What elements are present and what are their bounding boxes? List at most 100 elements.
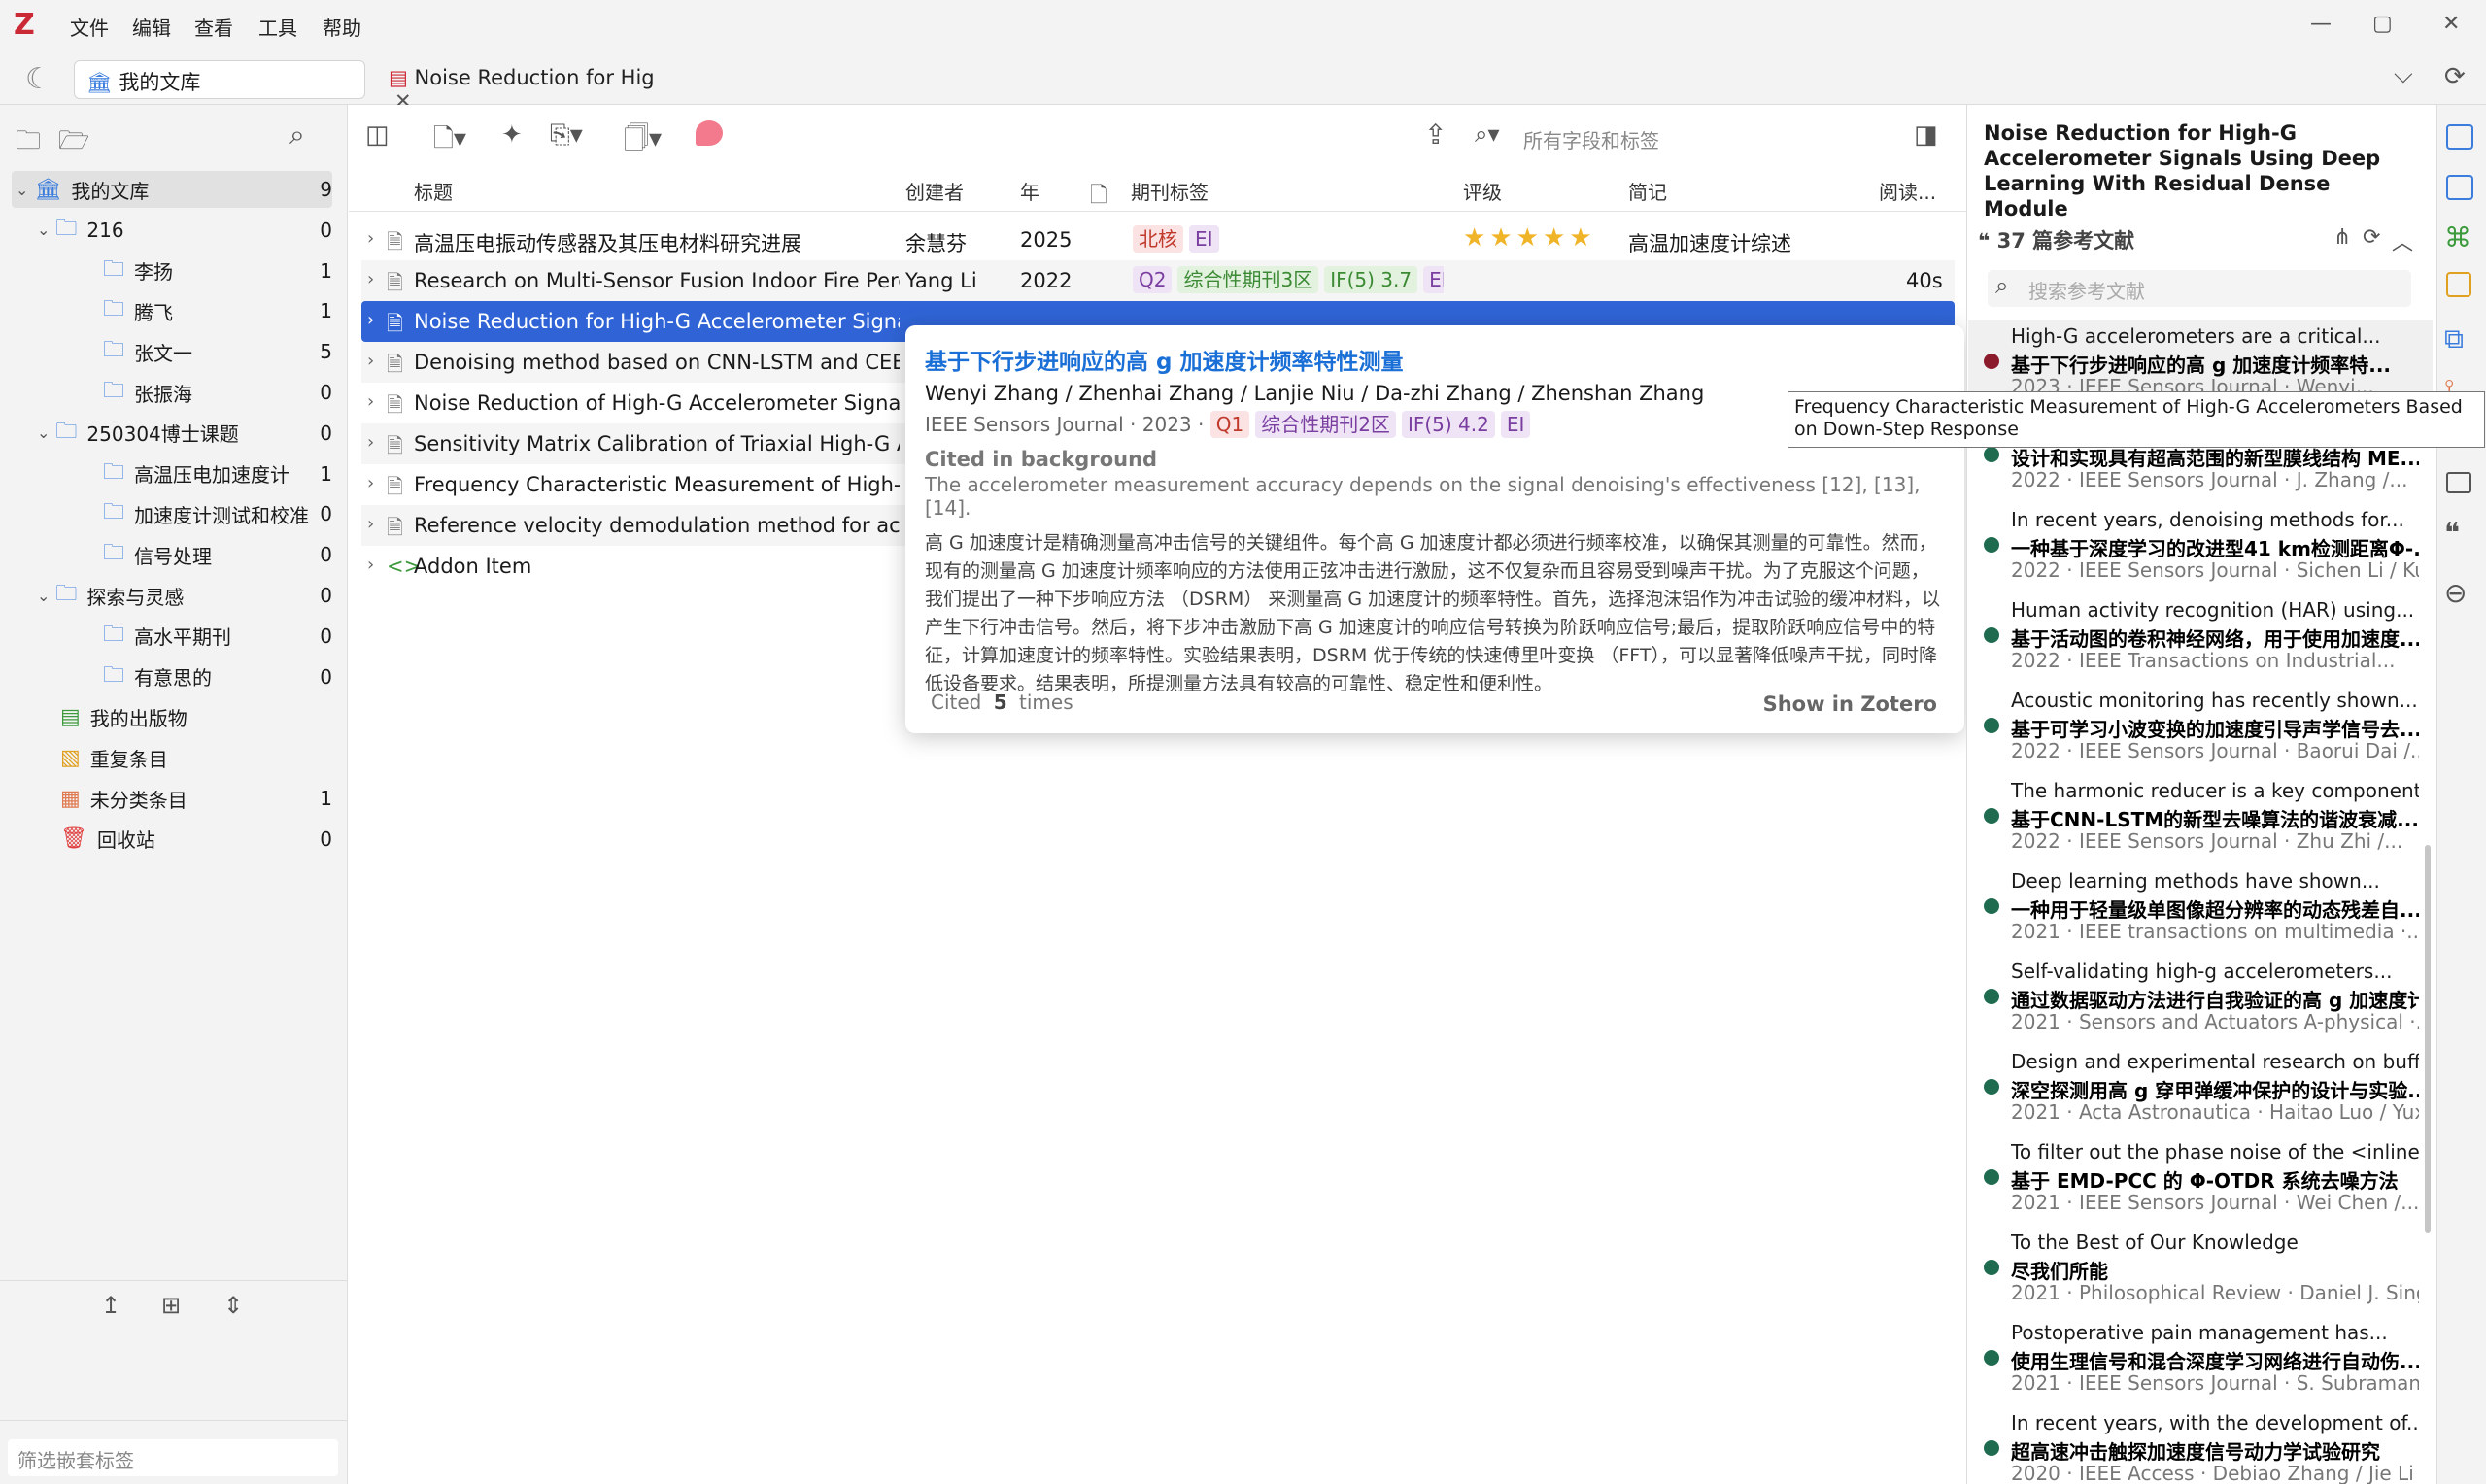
new-subcollection-icon[interactable]: 🗁 xyxy=(58,122,89,165)
share-icon[interactable]: ⋔ xyxy=(2333,225,2351,250)
item-rating[interactable]: ★ ★ ★ ★ ★ xyxy=(1463,223,1596,253)
star-icon[interactable]: ★ xyxy=(1516,223,1539,253)
toggle-pane-icon[interactable]: ◫ xyxy=(365,120,390,150)
attachments-icon[interactable]: ⌘ xyxy=(2444,221,2471,253)
col-read[interactable]: 阅读... xyxy=(1879,177,1936,205)
reference-item[interactable]: Postoperative pain management has... 使用生… xyxy=(1982,1321,2424,1404)
expand-chevron-icon[interactable]: › xyxy=(367,473,374,493)
expand-chevron-icon[interactable]: › xyxy=(367,432,374,453)
collection-item[interactable]: 🗀 加速度计测试和校准 0 xyxy=(12,495,332,532)
reference-item[interactable]: Human activity recognition (HAR) using..… xyxy=(1982,598,2424,682)
table-row[interactable]: › 🗎 Research on Multi-Sensor Fusion Indo… xyxy=(361,260,1955,301)
collection-item[interactable]: 🗑 回收站 0 xyxy=(12,821,332,858)
show-in-zotero-button[interactable]: Show in Zotero xyxy=(1763,692,1937,716)
expand-chevron-icon[interactable]: › xyxy=(367,228,374,249)
info-icon[interactable] xyxy=(2446,124,2473,150)
expand-chevron-icon[interactable]: › xyxy=(367,555,374,575)
magic-wand-icon[interactable]: ✦ xyxy=(501,120,523,150)
star-icon[interactable]: ★ xyxy=(1543,223,1565,253)
reference-item[interactable]: Design and experimental research on buff… xyxy=(1982,1050,2424,1133)
collection-item[interactable]: 🗀 信号处理 0 xyxy=(12,536,332,573)
star-icon[interactable]: ★ xyxy=(1489,223,1512,253)
menu-view[interactable]: 查看 xyxy=(194,13,233,41)
col-title[interactable]: 标题 xyxy=(414,177,453,205)
sync-icon[interactable]: ⟳ xyxy=(2444,62,2466,91)
toggle-item-pane-icon[interactable]: ◨ xyxy=(1914,120,1938,150)
collection-item[interactable]: ⌄ 🗀 探索与灵感 0 xyxy=(12,577,332,614)
collection-item[interactable]: 🗀 张振海 0 xyxy=(12,374,332,411)
collection-item[interactable]: ▦ 未分类条目 1 xyxy=(12,780,332,817)
tag-tree-icon[interactable]: ⊞ xyxy=(161,1292,181,1319)
star-icon[interactable]: ★ xyxy=(1569,223,1591,253)
new-collection-icon[interactable]: 🗀 xyxy=(16,122,41,165)
collection-item[interactable]: ⌄ 🏛 我的文库 9 xyxy=(12,171,332,208)
maximize-button[interactable]: ▢ xyxy=(2372,12,2393,36)
close-window-button[interactable]: ✕ xyxy=(2442,12,2460,36)
collection-item[interactable]: 🗀 高水平期刊 0 xyxy=(12,618,332,655)
expand-collapse-icon[interactable]: ⇕ xyxy=(223,1292,243,1319)
citations-icon[interactable]: ❝ xyxy=(2444,517,2460,551)
attachment-col-icon[interactable]: 🗋 xyxy=(1090,179,1107,216)
reference-item[interactable]: In recent years, with the development of… xyxy=(1982,1411,2424,1484)
reference-item[interactable]: In recent years, denoising methods for..… xyxy=(1982,508,2424,591)
reference-item[interactable]: To filter out the phase noise of the <in… xyxy=(1982,1140,2424,1224)
scrollbar[interactable] xyxy=(2425,845,2431,1233)
item-title[interactable]: Noise Reduction for High-G Accelerometer… xyxy=(1984,120,2411,221)
new-item-icon[interactable]: 🗋▾ xyxy=(433,120,466,163)
tab-document[interactable]: ▤ Noise Reduction for Hig ✕ xyxy=(377,60,668,113)
menu-tools[interactable]: 工具 xyxy=(258,13,297,41)
collection-item[interactable]: ⌄ 🗀 250304博士课题 0 xyxy=(12,415,332,452)
locate-icon[interactable]: ⇪ xyxy=(1424,118,1447,151)
reference-search-input[interactable]: 搜索参考文献 xyxy=(1988,270,2411,307)
references-header[interactable]: ❝ 37 篇参考文献 xyxy=(1978,225,2134,254)
new-note-icon[interactable]: 🗍▾ xyxy=(624,120,662,163)
col-rating[interactable]: 评级 xyxy=(1463,177,1502,205)
abstract-icon[interactable] xyxy=(2446,175,2473,200)
add-attachment-icon[interactable]: ⎘▾ xyxy=(550,120,583,151)
col-extra[interactable]: 简记 xyxy=(1628,177,1667,205)
chevron-down-icon[interactable]: ⌄ xyxy=(16,181,28,199)
expand-chevron-icon[interactable]: › xyxy=(367,351,374,371)
collection-item[interactable]: 🗀 有意思的 0 xyxy=(12,658,332,695)
collection-item[interactable]: ⌄ 🗀 216 0 xyxy=(12,212,332,249)
expand-chevron-icon[interactable]: › xyxy=(367,391,374,412)
col-year[interactable]: 年 xyxy=(1020,177,1039,205)
related-icon[interactable] xyxy=(2446,472,2471,493)
expand-chevron-icon[interactable]: › xyxy=(367,310,374,330)
collection-item[interactable]: 🗀 张文一 5 xyxy=(12,333,332,370)
collection-item[interactable]: 🗀 高温压电加速度计 1 xyxy=(12,455,332,492)
chevron-down-icon[interactable]: ⌄ xyxy=(37,587,50,605)
tabs-menu-chevron-icon[interactable]: ⌵ xyxy=(2394,60,2413,90)
tag-filter-input[interactable]: 筛选嵌套标签 xyxy=(8,1439,338,1476)
collection-item[interactable]: ▤ 我的出版物 xyxy=(12,698,332,735)
reference-item[interactable]: To the Best of Our Knowledge 尽我们所能 2021 … xyxy=(1982,1231,2424,1314)
menu-edit[interactable]: 编辑 xyxy=(132,13,171,41)
col-creator[interactable]: 创建者 xyxy=(905,177,964,205)
menu-help[interactable]: 帮助 xyxy=(323,13,361,41)
notes-icon[interactable] xyxy=(2446,272,2471,297)
dark-mode-icon[interactable]: ☾ xyxy=(25,62,51,96)
annotation-highlight-icon[interactable] xyxy=(696,120,723,146)
reference-item[interactable]: Deep learning methods have shown... 一种用于… xyxy=(1982,869,2424,953)
search-icon[interactable]: ⌕▾ xyxy=(1475,120,1500,148)
reference-item[interactable]: Acoustic monitoring has recently shown..… xyxy=(1982,689,2424,772)
tab-library[interactable]: 🏛 我的文库 xyxy=(74,60,365,99)
minimize-button[interactable]: — xyxy=(2310,12,2332,36)
collapse-icon[interactable]: ︿ xyxy=(2392,225,2413,256)
reference-item[interactable]: Self-validating high-g accelerometers...… xyxy=(1982,960,2424,1043)
popup-title[interactable]: 基于下行步进响应的高 g 加速度计频率特性测量 xyxy=(925,343,1945,376)
search-input[interactable]: 所有字段和标签 xyxy=(1467,118,1904,158)
chevron-down-icon[interactable]: ⌄ xyxy=(37,220,50,239)
collection-item[interactable]: 🗀 腾飞 1 xyxy=(12,292,332,329)
chevron-down-icon[interactable]: ⌄ xyxy=(37,423,50,442)
refresh-icon[interactable]: ⟳ xyxy=(2363,225,2380,250)
expand-chevron-icon[interactable]: › xyxy=(367,269,374,289)
expand-chevron-icon[interactable]: › xyxy=(367,514,374,534)
col-journal-tags[interactable]: 期刊标签 xyxy=(1131,177,1209,205)
collection-item[interactable]: ▧ 重复条目 xyxy=(12,739,332,776)
collection-search-icon[interactable]: ⌕ xyxy=(289,118,305,152)
reference-item[interactable]: The harmonic reducer is a key component … xyxy=(1982,779,2424,862)
collection-item[interactable]: 🗀 李扬 1 xyxy=(12,253,332,289)
table-row[interactable]: › 🗎 高温压电振动传感器及其压电材料研究进展 余慧芬 2025 北核 EI ★ ★… xyxy=(361,219,1955,260)
libraries-icon[interactable]: ⧉ xyxy=(2444,322,2464,355)
